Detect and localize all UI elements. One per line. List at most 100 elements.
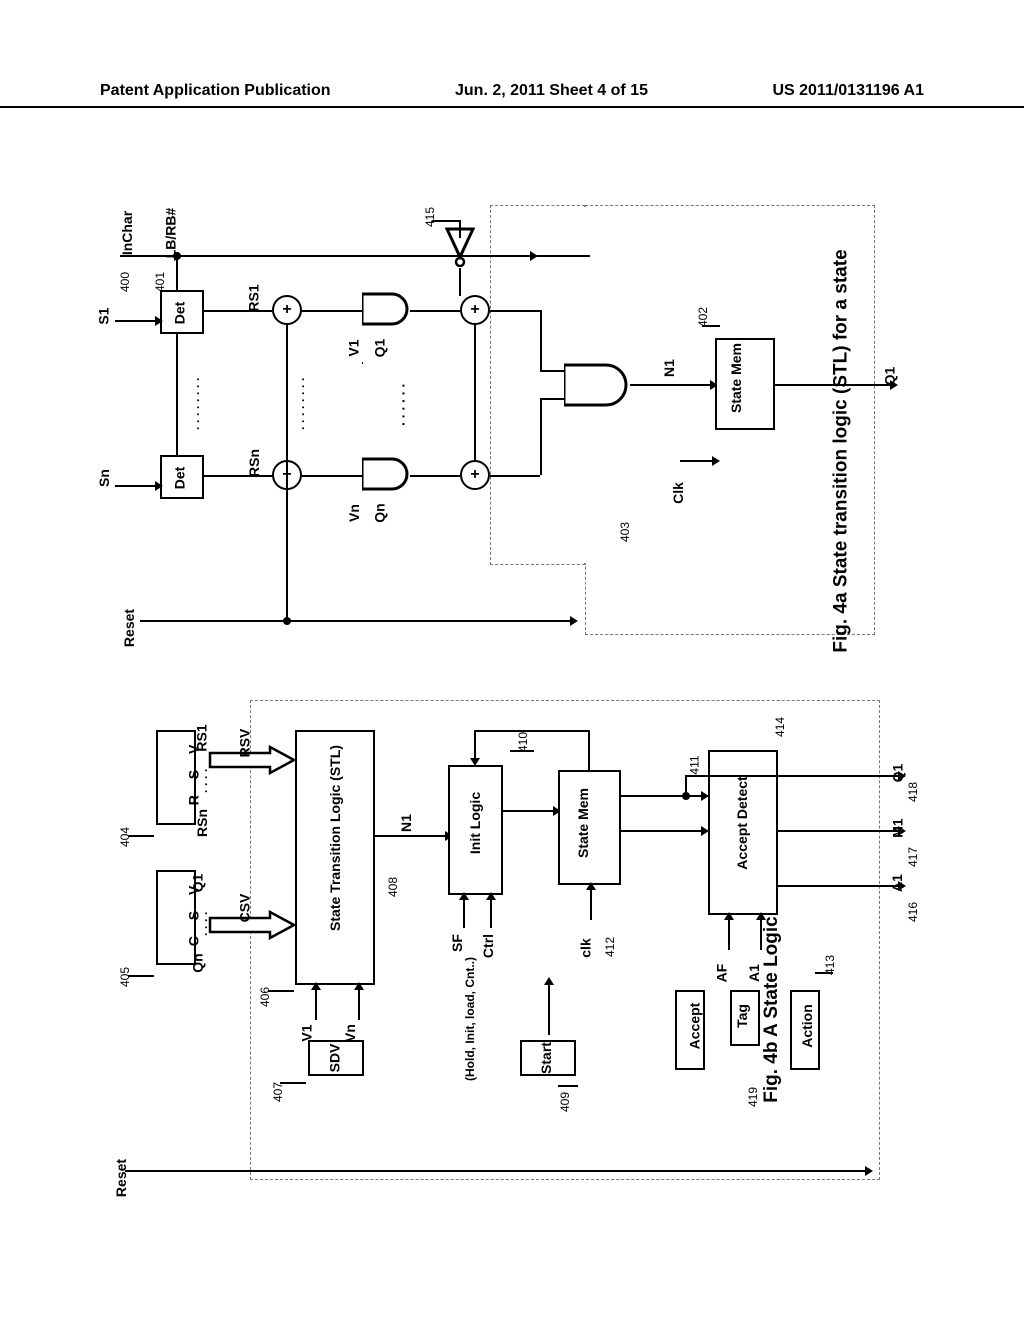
init-label: Init Logic [467, 773, 483, 873]
wire [590, 890, 592, 920]
wire [459, 268, 461, 296]
label-s1: S1 [96, 307, 112, 324]
wire [358, 990, 360, 1020]
wire [490, 900, 492, 928]
big-and-gate [564, 362, 634, 408]
wire [128, 975, 154, 977]
plus-label: + [470, 301, 479, 318]
label-rsn: RSn [246, 449, 262, 477]
junction [173, 252, 181, 260]
wire [115, 320, 155, 322]
label-csv: CSV [236, 894, 252, 923]
ref-416: 416 [906, 902, 920, 922]
det-label-1: Det [171, 302, 187, 325]
ref-412: 412 [603, 937, 617, 957]
wire [621, 830, 701, 832]
wire [503, 810, 553, 812]
wire [778, 885, 898, 887]
wire [510, 750, 534, 752]
plus-node-rn: + [460, 460, 490, 490]
header-center: Jun. 2, 2011 Sheet 4 of 15 [455, 82, 648, 100]
ref-401: 401 [153, 272, 167, 292]
label-v1-b: V1 [299, 1024, 315, 1041]
wire [778, 775, 898, 777]
fig4a-caption: Fig. 4a State transition logic (STL) for… [831, 249, 853, 652]
wire [128, 835, 154, 837]
diagram-area: Fig. 4a State transition logic (STL) for… [120, 170, 900, 1200]
ref-409: 409 [558, 1092, 572, 1112]
wire [680, 460, 712, 462]
label-sn: Sn [96, 469, 112, 487]
label-reset-a: Reset [121, 609, 137, 647]
label-q1-b: Q1 [189, 874, 205, 893]
wire [280, 1082, 306, 1084]
and-gate-n [362, 457, 412, 491]
wire [302, 475, 362, 477]
and-gate-1 [362, 292, 412, 326]
ref-411: 411 [688, 755, 702, 774]
wire [540, 398, 542, 475]
ref-402: 402 [696, 307, 710, 327]
wire [286, 490, 288, 620]
label-ctrl-sub: (Hold, Init, load, Cnt..) [463, 944, 477, 1094]
label-af: AF [713, 964, 729, 983]
label-reset-b: Reset [113, 1159, 129, 1197]
start-label: Start [538, 1042, 554, 1074]
label-ctrl: Ctrl [480, 934, 496, 958]
wire [540, 370, 566, 372]
plus-node-r1: + [460, 295, 490, 325]
header-left: Patent Application Publication [100, 82, 331, 100]
state-mem-label-a: State Mem [728, 338, 744, 418]
dots: ······ [395, 380, 411, 426]
sdv-text: SDV [326, 1044, 342, 1073]
label-n1: N1 [661, 359, 677, 377]
plus-node-1: + [272, 295, 302, 325]
wire [125, 1170, 865, 1172]
wire [490, 475, 540, 477]
wire [685, 775, 687, 795]
ref-417: 417 [906, 847, 920, 867]
wire [815, 972, 833, 974]
state-mem-label-b: State Mem [575, 773, 591, 873]
wire [268, 990, 294, 992]
wire [548, 985, 550, 1035]
label-q1: Q1 [371, 339, 387, 358]
label-vn: Vn [346, 504, 362, 522]
label-out-a1: A1 [889, 874, 905, 892]
header-right: US 2011/0131196 A1 [772, 82, 924, 100]
wire [588, 730, 590, 770]
wire [302, 310, 362, 312]
ref-400: 400 [118, 272, 132, 292]
wire [702, 325, 720, 327]
ref-410: 410 [516, 732, 530, 752]
wire [140, 620, 570, 622]
wire [410, 475, 460, 477]
dots: ········ [296, 374, 310, 430]
page-header: Patent Application Publication Jun. 2, 2… [0, 82, 1024, 108]
label-rsv: RSV [236, 729, 252, 758]
wire [778, 830, 898, 832]
label-rs1: RS1 [246, 284, 262, 311]
label-qn: Qn [372, 503, 388, 522]
label-clk-a: Clk [670, 482, 686, 504]
plus-label: + [282, 301, 291, 318]
wire [530, 255, 590, 257]
wire [474, 325, 476, 460]
wire [375, 835, 445, 837]
ref-408: 408 [386, 877, 400, 897]
wire [432, 220, 460, 222]
wire [459, 220, 461, 238]
junction [283, 617, 291, 625]
wire [490, 310, 540, 312]
label-clk-b: clk [578, 938, 594, 957]
accept-label: Accept Detect [734, 753, 750, 893]
det-label-n: Det [171, 467, 187, 490]
stl-label: State Transition Logic (STL) [327, 738, 343, 938]
label-q-out: Q1 [881, 367, 897, 386]
wire [315, 990, 317, 1020]
wire [760, 920, 762, 950]
wire [558, 1085, 578, 1087]
wire [540, 398, 566, 400]
tag-chip-label: Tag [734, 1004, 750, 1028]
label-v1: V1 [346, 339, 362, 356]
